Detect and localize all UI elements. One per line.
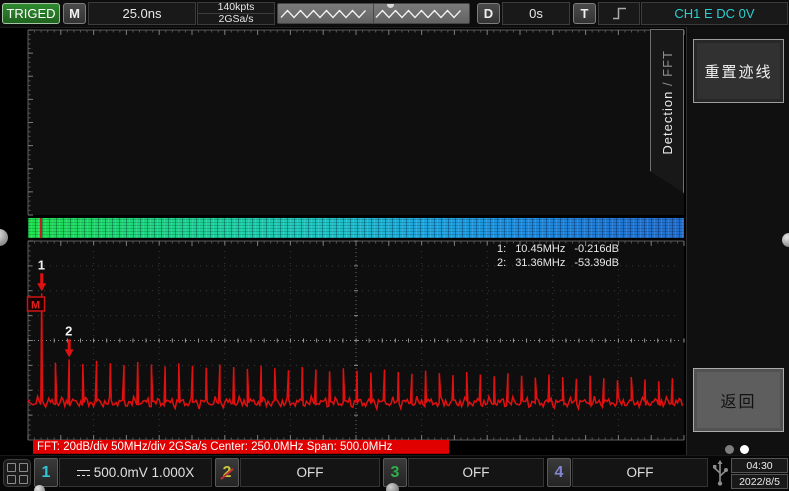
back-button[interactable]: 返回 <box>693 368 784 432</box>
clock-date: 2022/8/5 <box>731 474 788 489</box>
clock-time: 04:30 <box>731 458 788 473</box>
channel-2-badge[interactable]: 2 <box>215 458 239 487</box>
trigger-source-readout[interactable]: CH1 E DC 0V <box>641 2 788 25</box>
timebase-readout[interactable]: 25.0ns <box>88 2 196 25</box>
spectrogram-marker-line <box>40 218 42 238</box>
acquisition-readout[interactable]: 140kpts 2GSa/s <box>197 2 275 25</box>
side-menu-panel: 重置迹线 返回 <box>686 27 789 455</box>
channel-4-settings[interactable]: OFF <box>572 458 708 487</box>
bottom-left-knob-dot <box>34 485 45 491</box>
sample-rate: 2GSa/s <box>218 13 254 25</box>
channel-3-settings[interactable]: OFF <box>408 458 544 487</box>
right-bezel-knob-dot <box>782 233 789 247</box>
horizontal-delay-readout[interactable]: 0s <box>502 2 570 25</box>
reset-trace-button[interactable]: 重置迹线 <box>693 39 784 103</box>
fft-marker-readout: 1: 10.45MHz -0.216dB 2: 31.36MHz -53.39d… <box>497 242 619 270</box>
marker1-id: 1: <box>497 243 507 255</box>
marker2-id: 2: <box>497 257 507 269</box>
channel-1-scale: 500.0mV 1.000X <box>93 465 195 480</box>
fft-spectrogram-band <box>28 218 684 238</box>
page-dot-2 <box>740 445 749 454</box>
m-horizontal-menu-button[interactable]: M <box>63 3 86 24</box>
bottom-center-knob-dot <box>386 483 399 491</box>
oscilloscope-screen: TRIGED M 25.0ns 140kpts 2GSa/s D 0s T CH… <box>0 0 789 491</box>
trigger-status-badge: TRIGED <box>2 3 60 24</box>
trigger-slope-panel[interactable] <box>598 2 640 25</box>
top-status-bar: TRIGED M 25.0ns 140kpts 2GSa/s D 0s T CH… <box>0 0 789 28</box>
rising-edge-icon <box>612 7 626 20</box>
channel-4-badge[interactable]: 4 <box>547 458 571 487</box>
fft-spectrum-window[interactable] <box>28 241 684 440</box>
marker2-readout: 2: 31.36MHz -53.39dB <box>497 256 619 270</box>
channel-1-settings[interactable]: 500.0mV 1.000X <box>59 458 212 487</box>
fft-settings-status-bar: FFT: 20dB/div 50MHz/div 2GSa/s Center: 2… <box>33 440 449 454</box>
spectrogram-noise-texture <box>28 218 684 238</box>
page-dot-1 <box>725 445 734 454</box>
usb-icon <box>713 460 728 486</box>
waveform-overview-bar[interactable] <box>277 3 470 24</box>
preview-window-divider <box>373 4 374 23</box>
t-trigger-button[interactable]: T <box>573 3 596 24</box>
left-bezel-knob-dot <box>0 229 8 246</box>
waveform-window[interactable] <box>28 30 684 215</box>
channel-1-badge[interactable]: 1 <box>34 458 58 487</box>
tab-label-secondary: / FFT <box>659 49 675 91</box>
tab-label-primary: Detection <box>659 90 675 155</box>
grid-menu-icon[interactable] <box>3 459 31 487</box>
dc-coupling-icon <box>76 468 90 478</box>
marker1-frequency: 10.45MHz <box>515 243 566 255</box>
channel-2-settings[interactable]: OFF <box>240 458 380 487</box>
tab-detection-fft[interactable]: Detection / FFT <box>650 29 684 193</box>
d-delay-button[interactable]: D <box>477 3 500 24</box>
marker2-level: -53.39dB <box>574 257 619 269</box>
marker1-readout: 1: 10.45MHz -0.216dB <box>497 242 619 256</box>
marker2-frequency: 31.36MHz <box>515 257 566 269</box>
marker1-level: -0.216dB <box>574 243 619 255</box>
